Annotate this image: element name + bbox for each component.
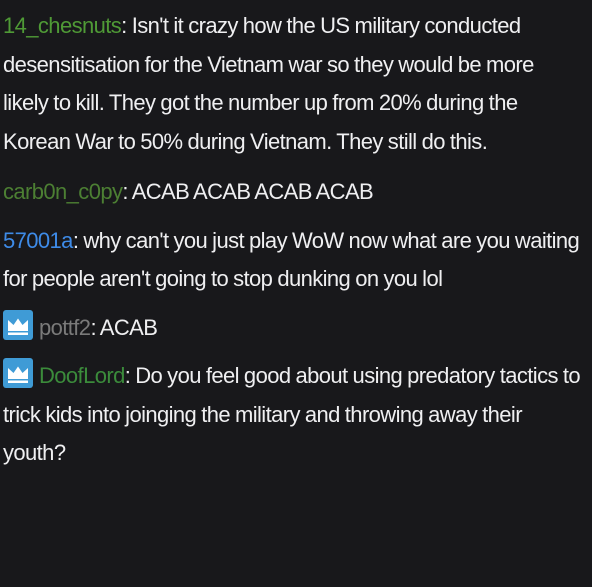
- crown-icon[interactable]: [3, 309, 33, 340]
- chat-username[interactable]: pottf2: [39, 315, 91, 340]
- chat-message: 57001a: why can't you just play WoW now …: [3, 227, 580, 292]
- chat-message-text: why can't you just play WoW now what are…: [3, 227, 580, 292]
- chat-username[interactable]: carb0n_c0py: [3, 179, 123, 204]
- chat-message: carb0n_c0py: ACAB ACAB ACAB ACAB: [3, 179, 374, 204]
- chat-message-text: ACAB ACAB ACAB ACAB: [131, 179, 374, 204]
- chat-message: pottf2: ACAB: [3, 309, 582, 348]
- chat-message: DoofLord: Do you feel good about using p…: [3, 357, 582, 473]
- chat-message-text: ACAB: [99, 314, 158, 340]
- chat-message: 14_chesnuts: Isn't it crazy how the US m…: [3, 13, 534, 154]
- chat-username[interactable]: DoofLord: [39, 363, 125, 388]
- chat-username[interactable]: 14_chesnuts: [3, 13, 122, 38]
- chat-username[interactable]: 57001a: [3, 228, 73, 253]
- chat-log: 14_chesnuts: Isn't it crazy how the US m…: [0, 0, 592, 587]
- crown-icon[interactable]: [3, 358, 33, 388]
